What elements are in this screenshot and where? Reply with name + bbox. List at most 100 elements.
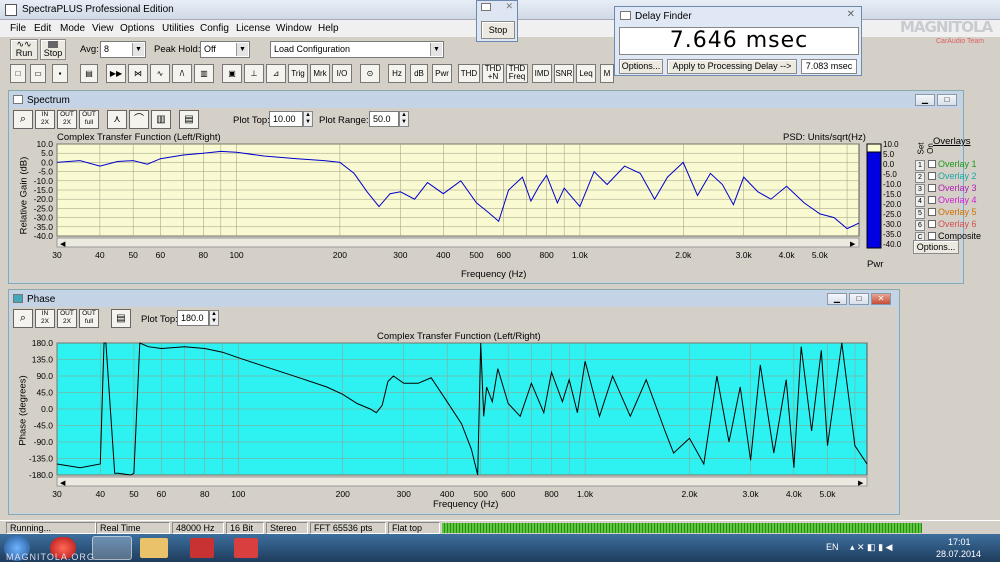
peak-hold-select[interactable]: Off ▼ <box>200 41 250 58</box>
menu-help[interactable]: Help <box>318 23 339 34</box>
spinner-icon[interactable]: ▲ ▼ <box>303 111 313 127</box>
properties-icon[interactable]: ▤ <box>179 110 199 129</box>
m-button[interactable]: M <box>600 64 614 83</box>
curve-icon[interactable]: ⌒ <box>129 110 149 129</box>
maximize-icon[interactable]: □ <box>937 94 957 106</box>
language-indicator[interactable]: EN <box>826 542 839 552</box>
overlay-item[interactable]: 3 Overlay 3 <box>915 183 995 195</box>
peak-icon[interactable]: ⋏ <box>107 110 127 129</box>
overlay-set-button[interactable]: 2 <box>915 172 925 183</box>
minimize-icon[interactable]: ▁ <box>827 293 847 305</box>
app-taskbar-icon[interactable] <box>190 538 214 558</box>
close-icon[interactable]: ✕ <box>871 293 891 305</box>
open-folder-icon[interactable]: ▭ <box>30 64 46 83</box>
new-file-icon[interactable]: □ <box>10 64 26 83</box>
overlay-set-button[interactable]: 4 <box>915 196 925 207</box>
trig-button[interactable]: Trig <box>288 64 308 83</box>
hz-button[interactable]: Hz <box>388 64 406 83</box>
overlay-checkbox[interactable] <box>927 196 936 204</box>
zoom-in-2x-icon[interactable]: IN 2X <box>35 309 55 328</box>
menu-view[interactable]: View <box>92 23 114 34</box>
overlay-item[interactable]: 4 Overlay 4 <box>915 195 995 207</box>
spinner-icon[interactable]: ▲ ▼ <box>209 310 219 326</box>
pwr-button[interactable]: Pwr <box>432 64 452 83</box>
overlay-options-button[interactable]: Options... <box>913 240 959 254</box>
menu-window[interactable]: Window <box>276 23 312 34</box>
overlay-item[interactable]: 2 Overlay 2 <box>915 171 995 183</box>
plot-top-input[interactable]: 10.00 ▲ ▼ <box>269 111 313 127</box>
close-icon[interactable]: ✕ <box>847 9 855 20</box>
io-button[interactable]: I/O <box>332 64 352 83</box>
overlay-checkbox[interactable] <box>927 184 936 192</box>
properties-icon[interactable]: ▤ <box>111 309 131 328</box>
layout-icon[interactable]: ▣ <box>222 64 242 83</box>
overlay-set-button[interactable]: 6 <box>915 220 925 231</box>
zoom-in-2x-icon[interactable]: IN 2X <box>35 110 55 129</box>
tray-icons[interactable]: ▴ ✕ ◧ ▮ ◀ <box>850 542 892 553</box>
zoom-icon[interactable]: ⌕ <box>13 110 33 129</box>
menu-options[interactable]: Options <box>120 23 154 34</box>
minimize-icon[interactable]: ▁ <box>915 94 935 106</box>
phase-plot-top-input[interactable]: 180.0 ▲ ▼ <box>177 310 219 326</box>
configuration-select[interactable]: Load Configuration ▼ <box>270 41 444 58</box>
apply-delay-button[interactable]: Apply to Processing Delay --> <box>667 59 797 74</box>
zoom-out-2x-icon[interactable]: OUT 2X <box>57 110 77 129</box>
wave-icon[interactable]: ∿ <box>150 64 170 83</box>
generator-icon[interactable]: ⊙ <box>360 64 380 83</box>
thd-n-button[interactable]: THD +N <box>482 64 504 83</box>
overlay-checkbox[interactable] <box>927 160 936 168</box>
print-icon[interactable]: ▤ <box>80 64 98 83</box>
delay-options-button[interactable]: Options... <box>619 59 663 74</box>
marker-button[interactable]: Mrk <box>310 64 330 83</box>
overlay-checkbox[interactable] <box>927 220 936 228</box>
run-button[interactable]: ∿∿ Run <box>10 39 38 60</box>
folder-icon[interactable] <box>140 538 168 558</box>
zoom-icon[interactable]: ⌕ <box>13 309 33 328</box>
plot-range-input[interactable]: 50.0 ▲ ▼ <box>369 111 409 127</box>
overlay-set-button[interactable]: 1 <box>915 160 925 171</box>
overlay-item[interactable]: 1 Overlay 1 <box>915 159 995 171</box>
x-tick-label: 4.0k <box>779 250 796 260</box>
save-icon[interactable]: ▪ <box>52 64 68 83</box>
avg-select[interactable]: 8 ▼ <box>100 41 146 58</box>
overlay-item[interactable]: 6 Overlay 6 <box>915 219 995 231</box>
thd-freq-button[interactable]: THD Freq <box>506 64 528 83</box>
menu-mode[interactable]: Mode <box>60 23 85 34</box>
maximize-icon[interactable]: □ <box>849 293 869 305</box>
paint-icon[interactable] <box>234 538 258 558</box>
spectraplus-taskbar-icon[interactable] <box>92 536 132 560</box>
zoom-out-2x-icon[interactable]: OUT 2X <box>57 309 77 328</box>
record-icon[interactable]: ⋈ <box>128 64 148 83</box>
menu-file[interactable]: File <box>10 23 26 34</box>
signal-icon[interactable]: /\ <box>172 64 192 83</box>
stop-button[interactable]: Stop <box>481 21 515 39</box>
overlay-set-button[interactable]: 3 <box>915 184 925 195</box>
leq-button[interactable]: Leq <box>576 64 596 83</box>
spectrum-icon[interactable]: ▥ <box>194 64 214 83</box>
overlay-item[interactable]: 5 Overlay 5 <box>915 207 995 219</box>
phase-chart[interactable]: 180.0 135.0 90.0 45.0 0.0 -45.0 -90.0 -135.0 -18… <box>11 331 897 513</box>
spectrum-chart[interactable]: 10.05.00.0-5.0-10.0-15.0-20.0-25.0-30.0-… <box>11 132 961 282</box>
menu-license[interactable]: License <box>236 23 270 34</box>
chart-icon[interactable]: ⊥ <box>244 64 264 83</box>
bars-icon[interactable]: ▥ <box>151 110 171 129</box>
overlay-checkbox[interactable] <box>927 172 936 180</box>
imd-button[interactable]: IMD <box>532 64 552 83</box>
menu-config[interactable]: Config <box>200 23 229 34</box>
spinner-icon[interactable]: ▲ ▼ <box>399 111 409 127</box>
menu-utilities[interactable]: Utilities <box>162 23 194 34</box>
overlay-checkbox[interactable] <box>927 232 936 240</box>
stop-toolbar-button[interactable]: Stop <box>40 39 66 60</box>
zoom-out-full-icon[interactable]: OUT full <box>79 110 99 129</box>
close-icon[interactable]: ✕ <box>505 1 513 12</box>
scale-icon[interactable]: ⊿ <box>266 64 286 83</box>
overlay-checkbox[interactable] <box>927 208 936 216</box>
db-button[interactable]: dB <box>410 64 428 83</box>
menu-edit[interactable]: Edit <box>34 23 51 34</box>
power-scale-label: 5.0 <box>883 150 895 159</box>
zoom-out-full-icon[interactable]: OUT full <box>79 309 99 328</box>
overlay-set-button[interactable]: 5 <box>915 208 925 219</box>
snr-button[interactable]: SNR <box>554 64 574 83</box>
thd-button[interactable]: THD <box>458 64 480 83</box>
playback-icon[interactable]: ▶▶ <box>106 64 126 83</box>
